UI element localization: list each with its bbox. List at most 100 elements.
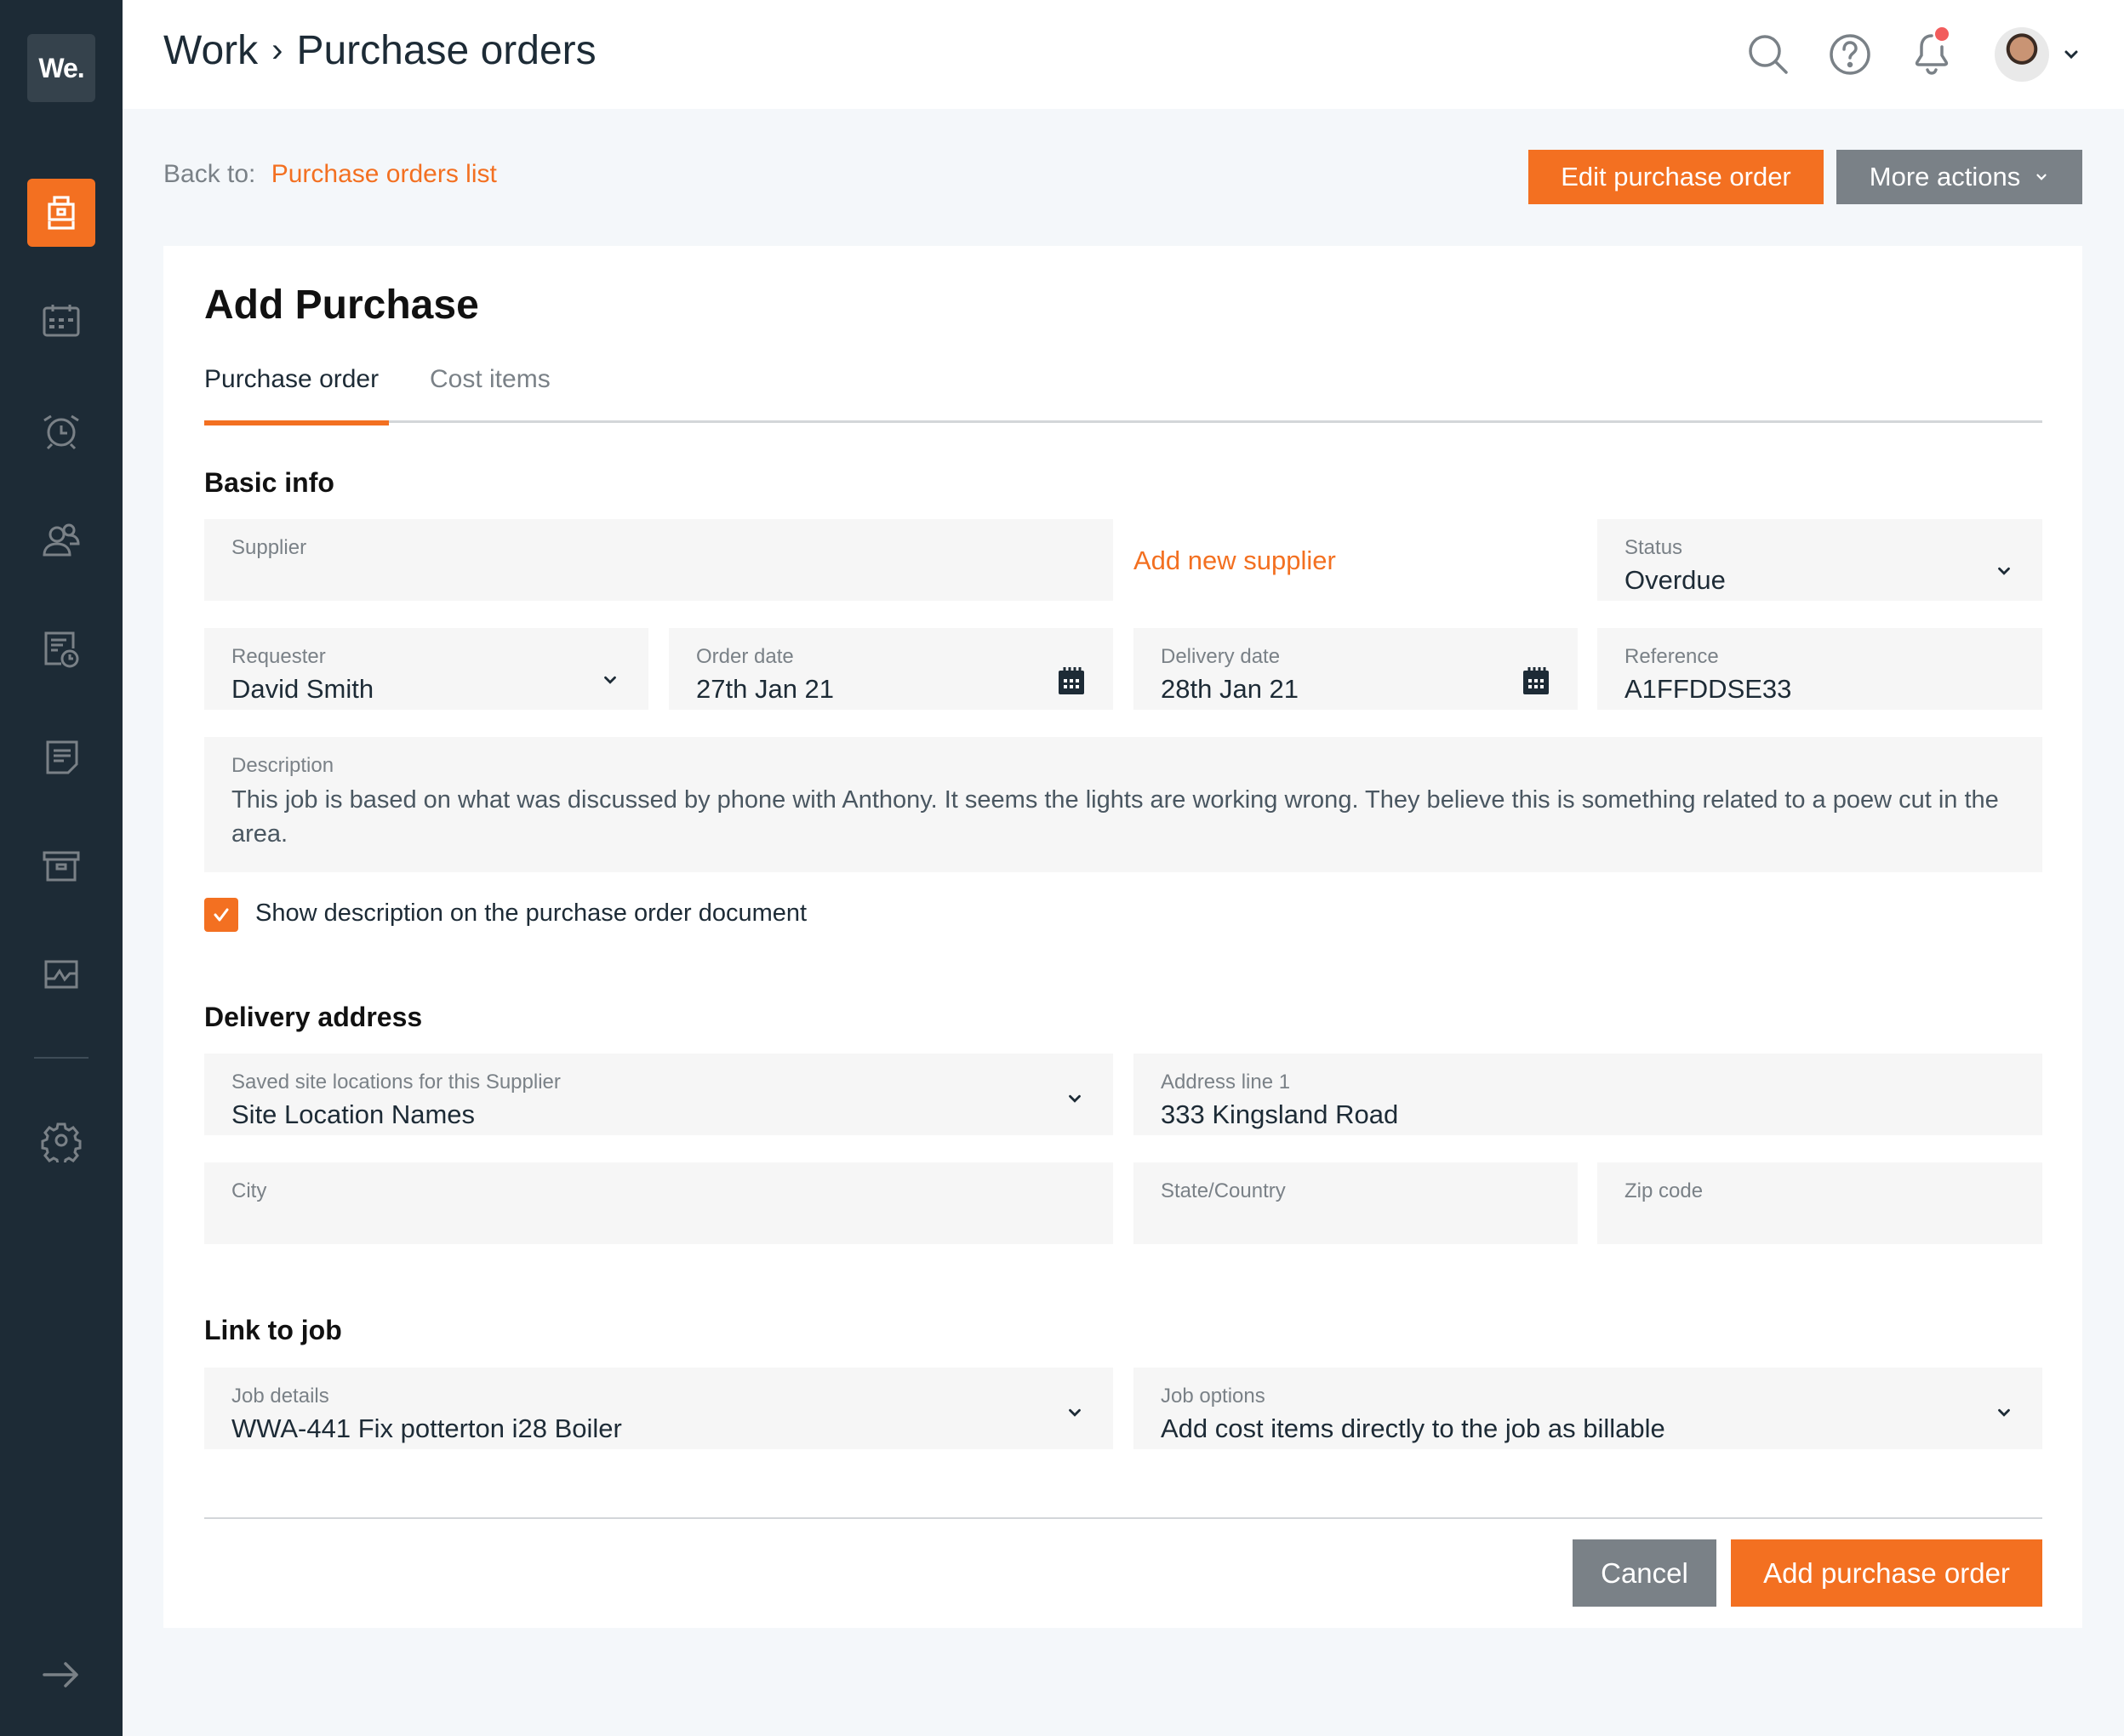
top-header: Work › Purchase orders	[123, 0, 2124, 109]
chevron-down-icon	[604, 676, 616, 684]
field-value: WWA-441 Fix potterton i28 Boiler	[231, 1413, 622, 1443]
notifications-button[interactable]	[1908, 27, 1956, 78]
city-field[interactable]: City	[204, 1162, 1113, 1244]
field-label: Job details	[231, 1385, 329, 1408]
sidebar-item-quotes[interactable]	[27, 614, 95, 682]
back-navigation: Back to: Purchase orders list	[163, 160, 497, 189]
sidebar-item-timesheets[interactable]	[27, 397, 95, 465]
field-label: Job options	[1161, 1385, 1265, 1408]
reference-field[interactable]: Reference A1FFDDSE33	[1597, 628, 2042, 710]
add-purchase-form: Add Purchase Purchase order Cost items B…	[163, 246, 2082, 1628]
breadcrumb-parent[interactable]: Work	[163, 27, 258, 74]
order-date-field[interactable]: Order date 27th Jan 21	[669, 628, 1113, 710]
field-label: State/Country	[1161, 1179, 1286, 1202]
sidebar-item-customers[interactable]	[27, 505, 95, 574]
sidebar-item-work[interactable]	[27, 179, 95, 247]
field-label: Order date	[696, 645, 794, 668]
arrow-right-icon	[43, 1662, 78, 1687]
sidebar-item-reports[interactable]	[27, 941, 95, 1009]
alarm-clock-icon	[43, 414, 79, 450]
help-icon[interactable]	[1826, 31, 1874, 78]
gear-icon	[41, 1122, 82, 1162]
field-label: Reference	[1624, 645, 1719, 668]
saved-locations-select[interactable]: Saved site locations for this Supplier S…	[204, 1054, 1113, 1135]
field-value: Site Location Names	[231, 1099, 476, 1129]
breadcrumb: Work › Purchase orders	[163, 27, 597, 74]
chevron-down-icon[interactable]	[2061, 44, 2081, 65]
chevron-down-icon	[1998, 567, 2010, 575]
show-description-checkbox[interactable]	[204, 898, 238, 932]
tab-purchase-order[interactable]: Purchase order	[204, 360, 389, 425]
supplier-field[interactable]: Supplier	[204, 519, 1113, 601]
chevron-down-icon	[1998, 1408, 2010, 1417]
active-tab-indicator	[204, 420, 389, 425]
page-title: Add Purchase	[204, 283, 479, 328]
sidebar-item-notes[interactable]	[27, 723, 95, 791]
field-value: A1FFDDSE33	[1624, 674, 1792, 704]
briefcase-icon	[48, 196, 75, 230]
cancel-button[interactable]: Cancel	[1573, 1539, 1716, 1607]
avatar[interactable]	[1995, 27, 2049, 82]
tab-label: Cost items	[430, 365, 551, 393]
chevron-down-icon	[1069, 1094, 1081, 1103]
address-line-1-field[interactable]: Address line 1 333 Kingsland Road	[1133, 1054, 2042, 1135]
app-logo[interactable]: We.	[27, 34, 95, 102]
field-value: 28th Jan 21	[1161, 674, 1299, 704]
job-options-select[interactable]: Job options Add cost items directly to t…	[1133, 1368, 2042, 1449]
notification-dot	[1935, 27, 1949, 41]
calendar-icon[interactable]	[1522, 665, 1550, 696]
field-label: Supplier	[231, 536, 307, 559]
show-description-label[interactable]: Show description on the purchase order d…	[255, 899, 807, 928]
archive-box-icon	[43, 851, 80, 882]
field-value: 27th Jan 21	[696, 674, 835, 704]
field-label: Address line 1	[1161, 1071, 1291, 1094]
field-label: Description	[231, 754, 334, 777]
sidebar-divider	[34, 1057, 88, 1059]
field-value: David Smith	[231, 674, 374, 704]
add-purchase-order-button[interactable]: Add purchase order	[1731, 1539, 2042, 1607]
users-icon	[43, 523, 80, 557]
more-actions-label: More actions	[1869, 162, 2021, 191]
field-label: Delivery date	[1161, 645, 1281, 668]
breadcrumb-current: Purchase orders	[296, 28, 597, 73]
activity-chart-icon	[44, 960, 78, 989]
search-icon[interactable]	[1744, 31, 1792, 78]
more-actions-button[interactable]: More actions	[1836, 150, 2082, 204]
section-link-to-job: Link to job	[204, 1315, 342, 1345]
field-value: This job is based on what was discussed …	[231, 786, 1999, 848]
calendar-icon[interactable]	[1057, 665, 1086, 696]
purchase-orders-list-link[interactable]: Purchase orders list	[271, 160, 497, 188]
chevron-down-icon	[2036, 174, 2047, 180]
section-basic-info: Basic info	[204, 467, 334, 498]
status-select[interactable]: Status Overdue	[1597, 519, 2042, 601]
bell-icon	[1915, 34, 1949, 75]
requester-select[interactable]: Requester David Smith	[204, 628, 648, 710]
field-value: Add cost items directly to the job as bi…	[1161, 1413, 1665, 1443]
field-value: 333 Kingsland Road	[1161, 1099, 1399, 1129]
zip-code-field[interactable]: Zip code	[1597, 1162, 2042, 1244]
job-details-select[interactable]: Job details WWA-441 Fix potterton i28 Bo…	[204, 1368, 1113, 1449]
field-value: Overdue	[1624, 565, 1726, 595]
add-new-supplier-link[interactable]: Add new supplier	[1133, 545, 1336, 576]
form-tabs: Purchase order Cost items	[204, 360, 2042, 425]
field-label: Status	[1624, 536, 1683, 559]
back-label: Back to:	[163, 160, 256, 188]
edit-purchase-order-button[interactable]: Edit purchase order	[1528, 150, 1824, 204]
section-delivery-address: Delivery address	[204, 1002, 423, 1032]
sidebar-item-archive[interactable]	[27, 832, 95, 900]
sidebar-item-settings[interactable]	[27, 1106, 95, 1174]
field-label: Requester	[231, 645, 326, 668]
description-textarea[interactable]: Description This job is based on what wa…	[204, 737, 2042, 872]
field-label: City	[231, 1179, 267, 1202]
breadcrumb-separator: ›	[271, 31, 283, 69]
chevron-down-icon	[1069, 1408, 1081, 1417]
tab-cost-items[interactable]: Cost items	[430, 360, 551, 423]
checkmark-icon	[214, 908, 229, 922]
sidebar-item-schedule[interactable]	[27, 288, 95, 356]
sidebar-expand-button[interactable]	[27, 1641, 95, 1709]
field-label: Zip code	[1624, 1179, 1704, 1202]
state-country-field[interactable]: State/Country	[1133, 1162, 1578, 1244]
form-footer-divider	[204, 1517, 2042, 1519]
calendar-icon	[43, 305, 80, 337]
delivery-date-field[interactable]: Delivery date 28th Jan 21	[1133, 628, 1578, 710]
